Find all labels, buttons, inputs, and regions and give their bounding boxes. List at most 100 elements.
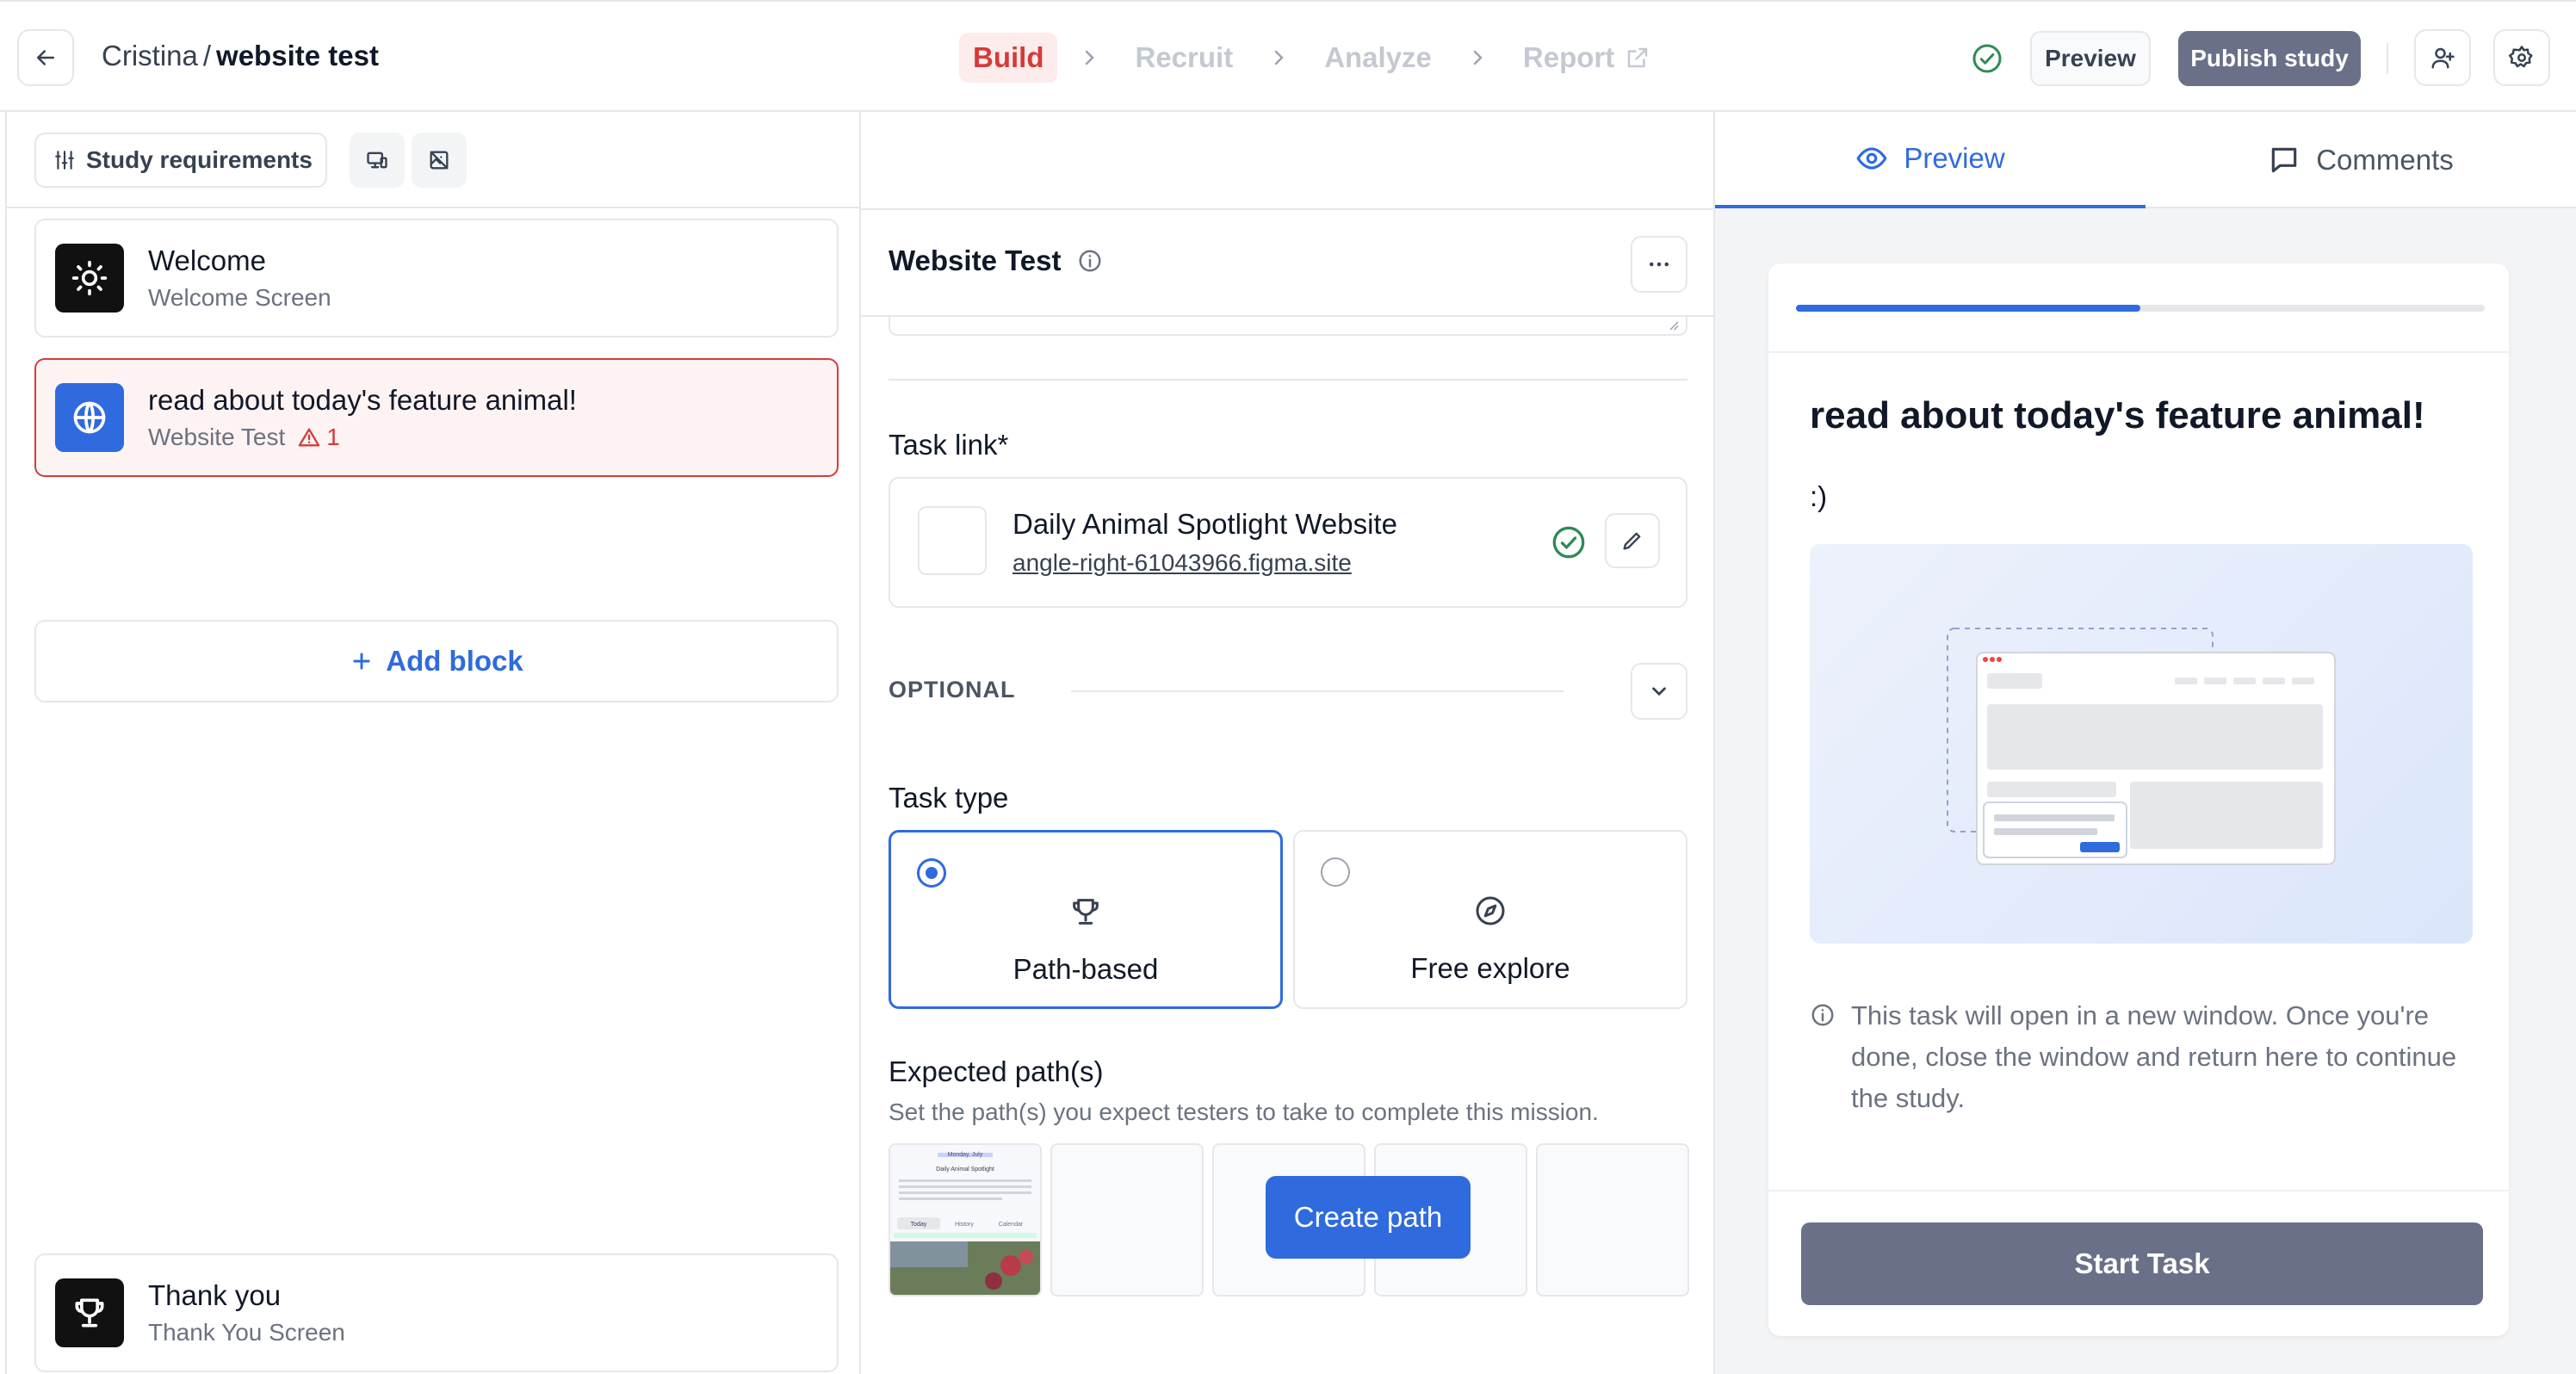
arrow-left-icon (37, 50, 54, 65)
image-off-icon (430, 151, 449, 170)
preview-panel: Preview Comments read about today's feat… (1715, 112, 2576, 1374)
task-link-card: Daily Animal Spotlight Website angle-rig… (889, 477, 1687, 608)
block-website-test[interactable]: read about today's feature animal! Websi… (34, 358, 839, 477)
radio-unselected[interactable] (1321, 857, 1350, 887)
top-bar: Cristina / website test Build Recruit Anal… (0, 0, 2576, 112)
step-analyze-label: Analyze (1324, 41, 1432, 73)
resize-handle-icon[interactable] (1665, 317, 1681, 332)
optional-section-label: OPTIONAL (889, 677, 1016, 702)
more-options-button[interactable] (1631, 236, 1687, 293)
study-requirements-button[interactable]: Study requirements (34, 133, 327, 188)
media-toggle-button[interactable] (412, 133, 467, 188)
study-requirements-label: Study requirements (86, 146, 313, 173)
chevron-right-icon (1057, 47, 1121, 68)
block-title: Thank you (148, 1279, 282, 1311)
block-title: read about today's feature animal! (148, 384, 577, 416)
step-recruit-label: Recruit (1135, 41, 1234, 73)
preview-task-title: read about today's feature animal! (1810, 394, 2425, 436)
task-type-path-based[interactable]: Path-based (889, 830, 1283, 1009)
path-frame-empty[interactable] (1536, 1143, 1689, 1297)
preview-note-text: This task will open in a new window. Onc… (1851, 1000, 2457, 1113)
svg-text:Today: Today (911, 1222, 927, 1228)
tab-comments[interactable]: Comments (2146, 112, 2576, 208)
add-collaborator-button[interactable] (2414, 29, 2471, 86)
check-circle-icon (1552, 526, 1585, 559)
breadcrumb-owner[interactable]: Cristina (102, 40, 198, 71)
progress-fill (1796, 305, 2140, 312)
task-type-free-explore[interactable]: Free explore (1293, 830, 1687, 1009)
warning-triangle-icon (299, 428, 320, 447)
block-editor-panel: Website Test Task link* Daily Animal Spo… (861, 112, 1715, 1374)
description-textarea[interactable] (889, 317, 1687, 336)
svg-text:History: History (955, 1222, 974, 1228)
comment-icon (2271, 147, 2297, 173)
radio-selected[interactable] (917, 858, 946, 888)
path-frame-thumbnail[interactable]: Monday, July Daily Animal Spotlight Toda… (889, 1143, 1042, 1297)
editor-header: Website Test (861, 208, 1713, 317)
trophy-icon (55, 1278, 124, 1347)
chevron-right-icon (1446, 47, 1509, 68)
browser-window-illustration (1810, 544, 2473, 944)
add-block-button[interactable]: Add block (34, 620, 839, 702)
step-build-label: Build (973, 41, 1044, 73)
svg-text:Daily Animal Spotlight: Daily Animal Spotlight (936, 1167, 994, 1173)
chevron-right-icon (1247, 47, 1310, 68)
preview-note: This task will open in a new window. Onc… (1810, 995, 2473, 1119)
tab-comments-label: Comments (2316, 144, 2454, 176)
task-type-label-free: Free explore (1410, 952, 1570, 984)
plus-icon (353, 653, 370, 670)
gear-icon (2509, 46, 2533, 68)
task-type-label-path: Path-based (1012, 953, 1159, 985)
breadcrumb-separator: / (202, 40, 212, 71)
block-subtitle: Thank You Screen (148, 1319, 345, 1346)
breadcrumb: Cristina / website test (102, 40, 379, 72)
block-subtitle: Welcome Screen (148, 284, 331, 311)
step-analyze[interactable]: Analyze (1310, 33, 1446, 83)
devices-icon (367, 152, 387, 169)
link-thumbnail (918, 506, 987, 575)
device-toggle-button[interactable] (350, 133, 405, 188)
info-icon[interactable] (1077, 248, 1103, 274)
step-build[interactable]: Build (959, 33, 1058, 83)
pencil-icon (1623, 532, 1641, 550)
optional-divider (1071, 690, 1564, 692)
divider (2387, 43, 2388, 74)
workflow-steps: Build Recruit Analyze Report (959, 31, 1664, 84)
link-title: Daily Animal Spotlight Website (1012, 508, 1397, 540)
create-path-button[interactable]: Create path (1266, 1176, 1471, 1259)
tab-preview[interactable]: Preview (1715, 112, 2146, 208)
block-welcome[interactable]: Welcome Welcome Screen (34, 219, 839, 337)
user-plus-icon (2431, 47, 2455, 69)
compass-icon (1476, 896, 1505, 925)
path-frame-empty[interactable] (1050, 1143, 1204, 1297)
breadcrumb-study-name[interactable]: website test (216, 40, 379, 71)
block-subtitle: Website Test (148, 424, 286, 450)
block-thank-you[interactable]: Thank you Thank You Screen (34, 1253, 839, 1372)
step-recruit[interactable]: Recruit (1121, 33, 1247, 83)
expected-paths-help: Set the path(s) you expect testers to ta… (889, 1099, 1599, 1125)
warning-badge: 1 (297, 424, 340, 451)
optional-expand-button[interactable] (1631, 663, 1687, 720)
start-task-button[interactable]: Start Task (1801, 1222, 2483, 1305)
publish-study-button[interactable]: Publish study (2178, 31, 2361, 86)
add-block-label: Add block (386, 645, 523, 677)
link-url[interactable]: angle-right-61043966.figma.site (1012, 549, 1352, 577)
task-type-label: Task type (889, 782, 1009, 814)
preview-button[interactable]: Preview (2030, 31, 2151, 86)
check-circle-icon (1972, 44, 2002, 73)
ellipsis-icon (1650, 262, 1669, 267)
step-report[interactable]: Report (1509, 33, 1664, 83)
path-frames: Monday, July Daily Animal Spotlight Toda… (889, 1143, 1689, 1297)
task-link-label: Task link* (889, 429, 1009, 461)
progress-bar (1796, 305, 2485, 312)
settings-button[interactable] (2493, 29, 2550, 86)
preview-task-body: :) (1810, 480, 1828, 512)
sliders-icon (55, 151, 74, 170)
website-preview-thumbnail: Monday, July Daily Animal Spotlight Toda… (890, 1145, 1040, 1295)
back-button[interactable] (17, 29, 74, 86)
edit-link-button[interactable] (1605, 513, 1660, 568)
warning-count: 1 (326, 424, 340, 450)
globe-icon (55, 383, 124, 452)
preview-card: read about today's feature animal! :) Th… (1768, 263, 2509, 1336)
block-list: Welcome Welcome Screen read about today'… (7, 208, 861, 1374)
